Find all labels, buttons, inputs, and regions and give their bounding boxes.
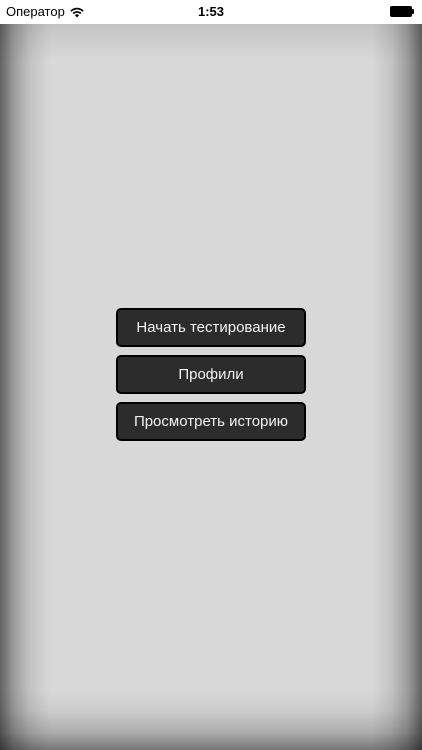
battery-body: [390, 6, 412, 17]
view-history-button[interactable]: Просмотреть историю: [116, 402, 306, 441]
start-testing-button[interactable]: Начать тестирование: [116, 308, 306, 347]
battery-tip: [412, 9, 414, 14]
battery-icon: [390, 6, 415, 17]
status-time: 1:53: [197, 4, 225, 19]
main-menu: Начать тестирование Профили Просмотреть …: [116, 308, 306, 449]
app-screen: Оператор 1:53 Начать тестирование Профил…: [0, 0, 422, 750]
status-bar: Оператор 1:53: [0, 0, 422, 24]
profiles-button[interactable]: Профили: [116, 355, 306, 394]
